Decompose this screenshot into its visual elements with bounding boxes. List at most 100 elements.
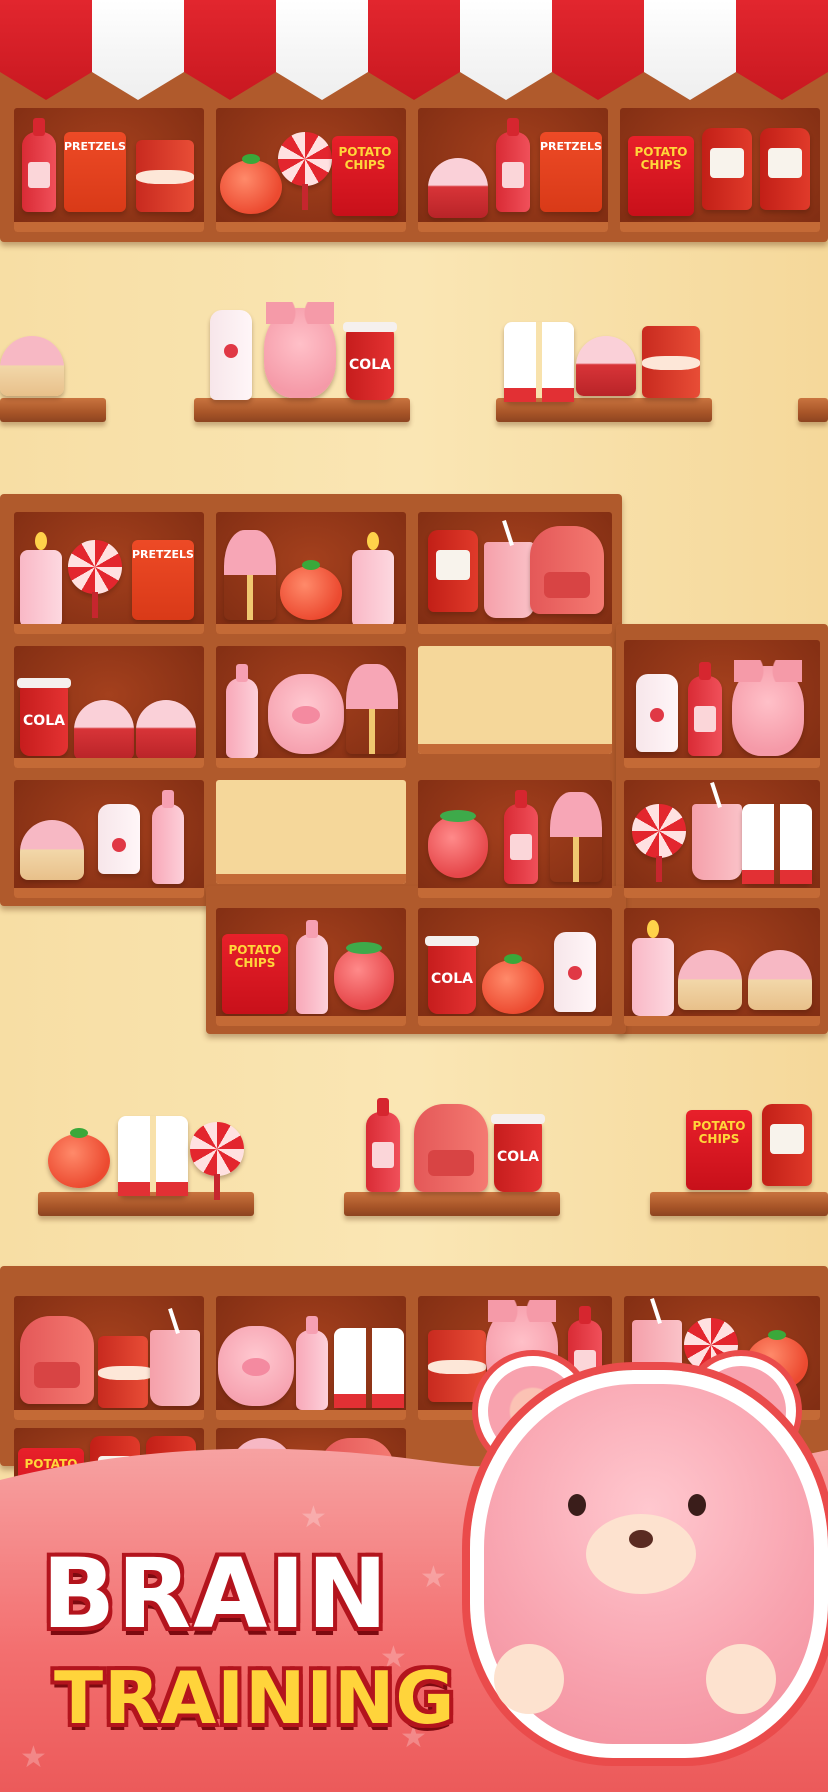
- shelf-slot[interactable]: [418, 780, 612, 898]
- tomato-item[interactable]: [280, 560, 342, 620]
- pink-bottle-item[interactable]: [152, 790, 184, 884]
- shelf-slot[interactable]: [216, 1296, 406, 1420]
- pretzels-bag-item[interactable]: PRETZELS: [64, 132, 126, 212]
- cake-stand-item[interactable]: [224, 530, 276, 620]
- cola-cup-item[interactable]: COLA: [491, 1114, 545, 1192]
- shelf-slot[interactable]: PRETZELS: [418, 108, 608, 232]
- cola-label: COLA: [497, 1149, 539, 1165]
- cake-stand-item[interactable]: [550, 792, 602, 882]
- red-cupcake-item[interactable]: [428, 158, 488, 218]
- tomato-item[interactable]: [482, 954, 544, 1014]
- strawberry-item[interactable]: [334, 942, 394, 1010]
- tomato-item[interactable]: [220, 154, 282, 214]
- ketchup-jar-item[interactable]: [428, 530, 478, 612]
- red-cupcake-item[interactable]: [576, 336, 636, 396]
- ketchup-bottle-item[interactable]: [496, 118, 530, 212]
- teddy-bear-item[interactable]: [732, 660, 804, 756]
- strawberry-item[interactable]: [428, 810, 488, 878]
- cola-cup-item[interactable]: COLA: [343, 322, 397, 400]
- heart-candle-item[interactable]: [632, 920, 674, 1016]
- potato-chips-item[interactable]: POTATO CHIPS: [686, 1110, 752, 1190]
- shelf-slot[interactable]: COLA: [14, 646, 204, 768]
- pink-bottle-item[interactable]: [226, 664, 258, 758]
- milk-bottle-item[interactable]: [636, 674, 678, 752]
- milk-bottle-item[interactable]: [98, 804, 140, 874]
- backpack-item[interactable]: [20, 1316, 94, 1404]
- shelf-slot[interactable]: POTATO CHIPS: [216, 908, 406, 1026]
- cola-cup-item[interactable]: COLA: [17, 678, 71, 756]
- teddy-bear-icon: [470, 1370, 828, 1758]
- red-cupcake-item[interactable]: [74, 700, 134, 760]
- potato-chips-item[interactable]: POTATO CHIPS: [628, 136, 694, 216]
- teddy-bear-item[interactable]: [264, 302, 336, 398]
- tomato-item[interactable]: [48, 1128, 110, 1188]
- cupcake-item[interactable]: [678, 950, 742, 1010]
- shelf-slot[interactable]: [624, 640, 820, 768]
- ketchup-jar-item[interactable]: [702, 128, 752, 210]
- tomato-can-item[interactable]: [642, 326, 700, 398]
- backpack-item[interactable]: [530, 526, 604, 614]
- awning-flag: [276, 0, 368, 100]
- tomato-can-item[interactable]: [428, 1330, 486, 1402]
- pretzels-bag-item[interactable]: PRETZELS: [132, 540, 194, 620]
- ketchup-bottle-item[interactable]: [366, 1098, 400, 1192]
- red-cupcake-item[interactable]: [136, 700, 196, 760]
- ketchup-bottle-item[interactable]: [504, 790, 538, 884]
- mascot-muzzle: [586, 1514, 696, 1594]
- heart-candle-item[interactable]: [20, 532, 62, 628]
- pink-bottle-item[interactable]: [296, 920, 328, 1014]
- cola-cup-item[interactable]: COLA: [425, 936, 479, 1014]
- sneakers-item[interactable]: [118, 1116, 188, 1196]
- sneakers-item[interactable]: [742, 804, 812, 884]
- shelf-slot[interactable]: COLA: [418, 908, 612, 1026]
- lollipop-item[interactable]: [190, 1122, 244, 1200]
- pig-plush-item[interactable]: [268, 674, 344, 754]
- ketchup-bottle-item[interactable]: [688, 662, 722, 756]
- potato-chips-item[interactable]: POTATO CHIPS: [222, 934, 288, 1014]
- shelf-slot[interactable]: [216, 646, 406, 768]
- cupcake-item[interactable]: [0, 336, 64, 396]
- shelf-slot[interactable]: [216, 512, 406, 634]
- star-decoration: ★: [20, 1740, 47, 1775]
- awning-flag: [460, 0, 552, 100]
- smoothie-item[interactable]: [150, 1330, 200, 1406]
- pig-plush-item[interactable]: [218, 1326, 294, 1406]
- shelf-slot[interactable]: [14, 1296, 204, 1420]
- shelf-slot[interactable]: POTATO CHIPS: [620, 108, 820, 232]
- pretzels-label: PRETZELS: [540, 140, 602, 153]
- ketchup-jar-item[interactable]: [760, 128, 810, 210]
- shelf-slot-empty[interactable]: [216, 780, 406, 884]
- lollipop-item[interactable]: [68, 540, 122, 618]
- shelf-slot[interactable]: POTATO CHIPS: [216, 108, 406, 232]
- cupcake-item[interactable]: [20, 820, 84, 880]
- cupcake-item[interactable]: [748, 950, 812, 1010]
- backpack-item[interactable]: [414, 1104, 488, 1192]
- shelf-slot[interactable]: [14, 780, 204, 898]
- sneakers-item[interactable]: [504, 322, 574, 402]
- awning-flag: [644, 0, 736, 100]
- smoothie-item[interactable]: [484, 542, 534, 618]
- ketchup-bottle-item[interactable]: [22, 118, 56, 212]
- tomato-can-item[interactable]: [136, 140, 194, 212]
- lollipop-item[interactable]: [278, 132, 332, 210]
- ketchup-jar-item[interactable]: [762, 1104, 812, 1186]
- sneakers-item[interactable]: [334, 1328, 404, 1408]
- cake-stand-item[interactable]: [346, 664, 398, 754]
- shelf-slot[interactable]: [418, 512, 612, 634]
- lollipop-item[interactable]: [632, 804, 686, 882]
- smoothie-item[interactable]: [692, 804, 742, 880]
- potato-chips-item[interactable]: POTATO CHIPS: [332, 136, 398, 216]
- shelf-slot[interactable]: PRETZELS: [14, 512, 204, 634]
- tomato-can-item[interactable]: [98, 1336, 156, 1408]
- shelf-slot[interactable]: [624, 780, 820, 898]
- shelf-slot[interactable]: PRETZELS: [14, 108, 204, 232]
- heart-candle-item[interactable]: [352, 532, 394, 628]
- pink-bottle-item[interactable]: [296, 1316, 328, 1410]
- milk-bottle-item[interactable]: [210, 310, 252, 400]
- pretzels-bag-item[interactable]: PRETZELS: [540, 132, 602, 212]
- shelf-slot[interactable]: [624, 908, 820, 1026]
- shelf-slot-empty[interactable]: [418, 646, 612, 754]
- milk-bottle-item[interactable]: [554, 932, 596, 1012]
- shop-awning: [0, 0, 828, 100]
- wall-shelf: [650, 1192, 828, 1216]
